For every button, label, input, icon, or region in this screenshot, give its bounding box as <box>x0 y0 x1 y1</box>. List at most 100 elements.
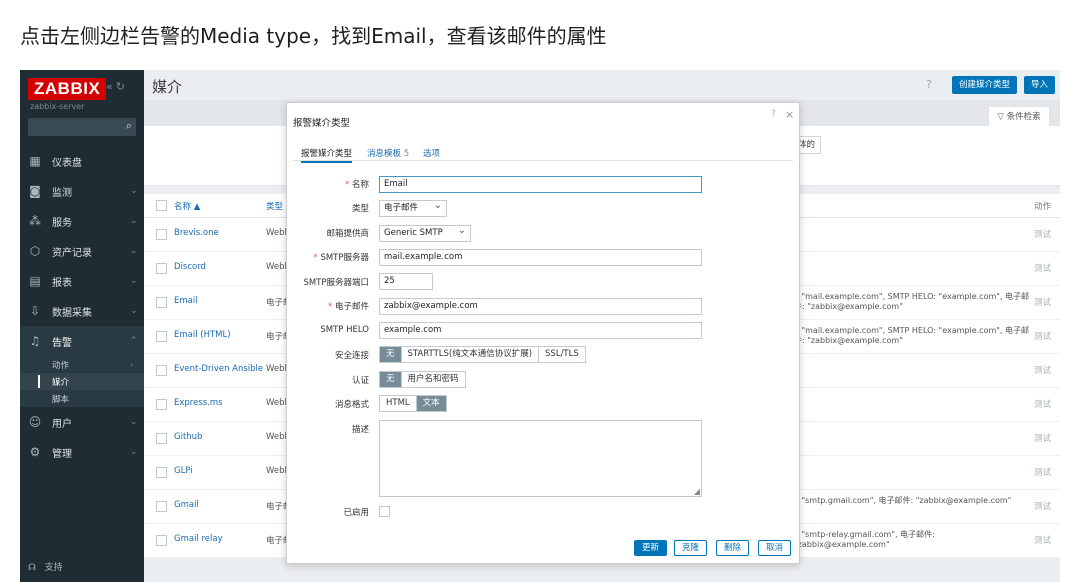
sidebar-item-reports[interactable]: ▤ 报表 ⌄ <box>20 266 144 296</box>
media-type-details: i: "smtp-relay.gmail.com", 电子邮件: "zabbix… <box>794 530 935 549</box>
column-name-header[interactable]: 名称 ▲ <box>174 200 200 212</box>
test-link[interactable]: 测试 <box>1034 432 1051 444</box>
sidebar: ZABBIX «↻ zabbix-server ⌕ ▦ 仪表盘 ◙ 监测 ⌄ ⁂… <box>20 70 144 582</box>
format-html-option[interactable]: HTML <box>380 396 417 411</box>
media-type-name-link[interactable]: Github <box>174 432 202 442</box>
help-icon[interactable]: ? <box>771 109 776 119</box>
chevron-down-icon: ⌄ <box>130 276 138 286</box>
sidebar-subitem-scripts[interactable]: 脚本 <box>20 390 144 407</box>
media-type-type: 电子邮件 <box>266 502 286 512</box>
sidebar-item-inventory[interactable]: ⬡ 资产记录 ⌄ <box>20 236 144 266</box>
test-link[interactable]: 测试 <box>1034 466 1051 478</box>
test-link[interactable]: 测试 <box>1034 534 1051 546</box>
name-input[interactable]: Email <box>379 176 702 193</box>
dialog-tabs: 报警媒介类型 消息模板 5 选项 <box>293 143 793 163</box>
test-link[interactable]: 测试 <box>1034 398 1051 410</box>
alerts-submenu: 动作 › 媒介 脚本 <box>20 356 144 407</box>
description-textarea[interactable]: ◢ <box>379 420 702 497</box>
media-type-name-link[interactable]: Gmail relay <box>174 534 223 544</box>
cancel-button[interactable]: 取消 <box>758 540 792 556</box>
sidebar-subitem-media-types[interactable]: 媒介 <box>20 373 144 390</box>
row-checkbox[interactable] <box>156 467 167 478</box>
help-icon[interactable]: ? <box>926 78 932 91</box>
sidebar-item-monitoring[interactable]: ◙ 监测 ⌄ <box>20 176 144 206</box>
create-media-type-button[interactable]: 创建媒介类型 <box>952 76 1018 94</box>
type-select[interactable]: 电子邮件 <box>379 200 447 217</box>
filter-tab[interactable]: ▽ 条件检索 <box>988 106 1050 126</box>
connection-security-segmented: 无 STARTTLS(纯文本通信协议扩展) SSL/TLS <box>379 346 586 363</box>
row-checkbox[interactable] <box>156 399 167 410</box>
row-checkbox[interactable] <box>156 229 167 240</box>
authentication-segmented: 无 用户名和密码 <box>379 371 466 388</box>
media-type-name-link[interactable]: Event-Driven Ansible <box>174 364 263 374</box>
row-checkbox[interactable] <box>156 365 167 376</box>
dialog-title: 报警媒介类型 <box>293 118 351 129</box>
column-type-header[interactable]: 类型 <box>266 200 286 212</box>
sidebar-item-support[interactable]: ☊ 支持 <box>28 560 63 573</box>
import-button[interactable]: 导入 <box>1024 76 1056 94</box>
update-button[interactable]: 更新 <box>634 540 668 556</box>
media-type-name-link[interactable]: GLPi <box>174 466 193 476</box>
security-ssl-tls-option[interactable]: SSL/TLS <box>539 347 585 362</box>
test-link[interactable]: 测试 <box>1034 228 1051 240</box>
tab-options[interactable]: 选项 <box>423 147 440 159</box>
collapse-sidebar-icon[interactable]: «↻ <box>106 80 128 93</box>
row-checkbox[interactable] <box>156 535 167 546</box>
media-type-name-link[interactable]: Brevis.one <box>174 228 219 238</box>
test-link[interactable]: 测试 <box>1034 296 1051 308</box>
row-checkbox[interactable] <box>156 297 167 308</box>
close-icon[interactable]: × <box>785 108 794 121</box>
sidebar-search-input[interactable]: ⌕ <box>28 118 136 136</box>
media-type-name-link[interactable]: Email (HTML) <box>174 330 231 340</box>
clone-button[interactable]: 克隆 <box>674 540 708 556</box>
email-input[interactable]: zabbix@example.com <box>379 298 702 315</box>
server-name: zabbix-server <box>30 102 85 111</box>
delete-button[interactable]: 删除 <box>716 540 750 556</box>
sidebar-item-administration[interactable]: ⚙ 管理 ⌄ <box>20 437 144 467</box>
enabled-checkbox[interactable] <box>379 506 390 517</box>
media-type-name-link[interactable]: Email <box>174 296 198 306</box>
security-none-option[interactable]: 无 <box>380 347 402 362</box>
type-label: 类型 <box>351 204 369 214</box>
test-link[interactable]: 测试 <box>1034 364 1051 376</box>
email-provider-select[interactable]: Generic SMTP <box>379 225 471 242</box>
test-link[interactable]: 测试 <box>1034 262 1051 274</box>
media-type-type: Webhook <box>266 432 286 442</box>
row-checkbox[interactable] <box>156 501 167 512</box>
resize-handle-icon[interactable]: ◢ <box>694 487 700 496</box>
smtp-helo-input[interactable]: example.com <box>379 322 702 339</box>
media-type-details: i: "mail.example.com", SMTP HELO: "examp… <box>794 326 1030 345</box>
media-type-name-link[interactable]: Express.ms <box>174 398 223 408</box>
smtp-port-input[interactable]: 25 <box>379 273 433 290</box>
format-text-option[interactable]: 文本 <box>416 396 446 411</box>
test-link[interactable]: 测试 <box>1034 330 1051 342</box>
sidebar-item-users[interactable]: ☺ 用户 ⌄ <box>20 407 144 437</box>
auth-none-option[interactable]: 无 <box>380 372 402 387</box>
select-all-checkbox[interactable] <box>156 200 167 211</box>
users-icon: ☺ <box>28 415 42 429</box>
smtp-server-input[interactable]: mail.example.com <box>379 249 702 266</box>
row-checkbox[interactable] <box>156 433 167 444</box>
sidebar-item-data-collection[interactable]: ⇩ 数据采集 ⌄ <box>20 296 144 326</box>
sidebar-item-dashboard[interactable]: ▦ 仪表盘 <box>20 146 144 176</box>
tab-media-type[interactable]: 报警媒介类型 <box>301 147 353 163</box>
email-provider-label: 邮箱提供商 <box>326 229 369 239</box>
row-checkbox[interactable] <box>156 263 167 274</box>
auth-username-password-option[interactable]: 用户名和密码 <box>402 372 465 387</box>
media-type-name-link[interactable]: Discord <box>174 262 206 272</box>
media-type-name-link[interactable]: Gmail <box>174 500 199 510</box>
sidebar-item-services[interactable]: ⁂ 服务 ⌄ <box>20 206 144 236</box>
name-field-label: * 名称 <box>345 180 369 190</box>
row-checkbox[interactable] <box>156 331 167 342</box>
media-type-type: 电子邮件 <box>266 332 286 342</box>
media-type-type: Webhook <box>266 466 286 476</box>
zabbix-logo[interactable]: ZABBIX <box>28 78 107 100</box>
security-starttls-option[interactable]: STARTTLS(纯文本通信协议扩展) <box>402 347 540 362</box>
tab-message-templates[interactable]: 消息模板 5 <box>367 147 409 159</box>
test-link[interactable]: 测试 <box>1034 500 1051 512</box>
sidebar-item-alerts[interactable]: ♫ 告警 ⌃ <box>20 326 144 356</box>
sidebar-subitem-actions[interactable]: 动作 › <box>20 356 144 373</box>
services-icon: ⁂ <box>29 214 41 228</box>
description-label: 描述 <box>351 425 369 435</box>
search-icon[interactable]: ⌕ <box>126 119 132 133</box>
